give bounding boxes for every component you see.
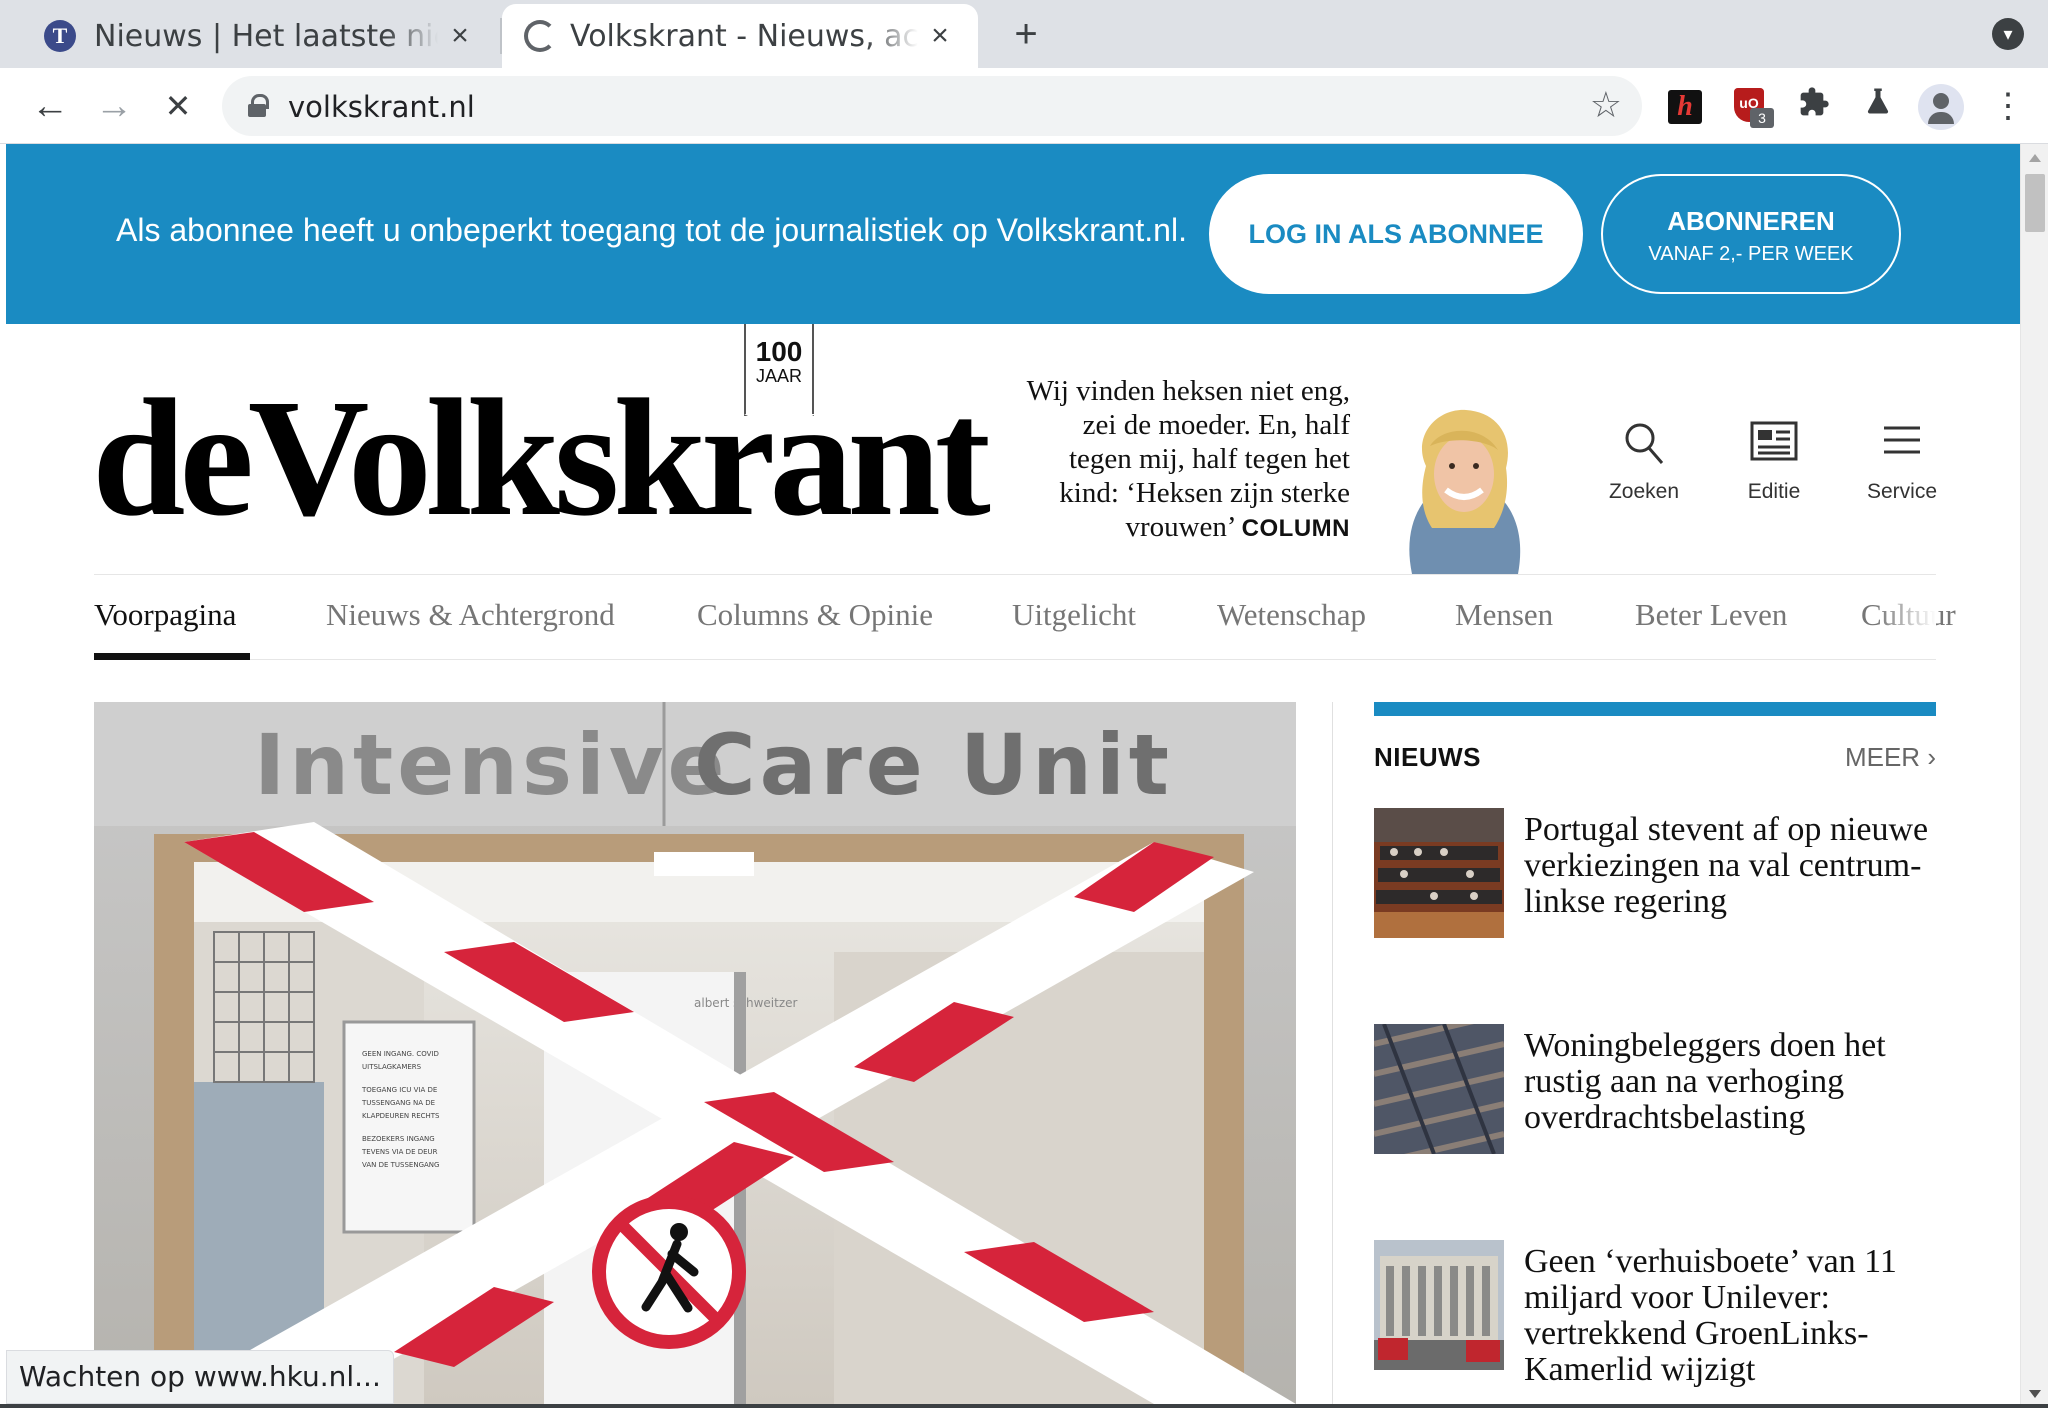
profile-avatar-icon[interactable] bbox=[1918, 84, 1964, 130]
more-link[interactable]: MEER › bbox=[1845, 742, 1936, 773]
search-icon bbox=[1594, 420, 1694, 470]
ublock-count-badge: 3 bbox=[1750, 108, 1774, 128]
news-item[interactable]: Woningbeleggers doen het rustig aan na v… bbox=[1374, 1024, 1936, 1154]
nav-mensen[interactable]: Mensen bbox=[1455, 597, 1553, 633]
news-item[interactable]: Geen ‘verhuisboete’ van 11 miljard voor … bbox=[1374, 1240, 1936, 1388]
nav-wetenschap[interactable]: Wetenschap bbox=[1217, 597, 1366, 633]
section-nav: Voorpagina Nieuws & Achtergrond Columns … bbox=[94, 574, 1956, 660]
extensions-puzzle-icon[interactable] bbox=[1794, 86, 1834, 126]
column-teaser[interactable]: Wij vinden heksen niet eng, zei de moede… bbox=[1014, 374, 1350, 546]
notice-line: UITSLAGKAMERS bbox=[362, 1063, 422, 1071]
service-menu-button[interactable]: Service bbox=[1852, 420, 1952, 504]
nav-nieuws-achtergrond[interactable]: Nieuws & Achtergrond bbox=[326, 597, 615, 633]
notice-line: KLAPDEUREN RECHTS bbox=[362, 1112, 440, 1120]
page-scrollbar[interactable] bbox=[2020, 144, 2048, 1408]
notice-line: TOEGANG ICU VIA DE bbox=[362, 1086, 438, 1094]
stop-button[interactable]: ✕ bbox=[152, 80, 204, 132]
address-bar[interactable]: volkskrant.nl ☆ bbox=[222, 76, 1642, 136]
tab-title: Volkskrant - Nieuws, achtergronden bbox=[570, 18, 918, 54]
news-thumbnail bbox=[1374, 1240, 1504, 1370]
browser-toolbar: ← → ✕ volkskrant.nl ☆ h uO 3 ⋮ bbox=[0, 68, 2048, 144]
active-tab-underline bbox=[94, 653, 250, 660]
subscribe-label: ABONNEREN bbox=[1667, 206, 1835, 236]
ublock-extension-icon[interactable]: uO 3 bbox=[1730, 86, 1774, 128]
news-item[interactable]: Portugal stevent af op nieuwe verkiezing… bbox=[1374, 808, 1936, 938]
news-thumbnail bbox=[1374, 1024, 1504, 1154]
scrollbar-thumb[interactable] bbox=[2025, 174, 2045, 232]
more-label: MEER bbox=[1844, 742, 1921, 772]
tab-close-icon[interactable]: × bbox=[920, 16, 960, 56]
column-divider bbox=[1332, 702, 1333, 1404]
columnist-photo[interactable] bbox=[1382, 406, 1544, 574]
news-headline[interactable]: Woningbeleggers doen het rustig aan na v… bbox=[1524, 1028, 1936, 1136]
subscription-banner: Als abonnee heeft u onbeperkt toegang to… bbox=[6, 144, 2020, 324]
notice-line: GEEN INGANG. COVID bbox=[362, 1050, 439, 1058]
nav-voorpagina[interactable]: Voorpagina bbox=[94, 597, 236, 633]
tab-strip: T Nieuws | Het laatste nieuws uit Nederl… bbox=[0, 0, 2048, 68]
newspaper-icon bbox=[1724, 420, 1824, 470]
search-button[interactable]: Zoeken bbox=[1594, 420, 1694, 504]
banner-message: Als abonnee heeft u onbeperkt toegang to… bbox=[116, 212, 1187, 248]
tab-nieuws[interactable]: T Nieuws | Het laatste nieuws uit Nederl… bbox=[4, 4, 498, 68]
new-tab-button[interactable]: + bbox=[1004, 12, 1048, 56]
page-viewport: Als abonnee heeft u onbeperkt toegang to… bbox=[6, 144, 2020, 1404]
url-text[interactable]: volkskrant.nl bbox=[288, 90, 475, 124]
scroll-down-icon[interactable] bbox=[2029, 1390, 2041, 1398]
news-thumbnail bbox=[1374, 808, 1504, 938]
tab-search-icon[interactable]: ▾ bbox=[1992, 18, 2024, 50]
scroll-up-icon[interactable] bbox=[2029, 154, 2041, 162]
notice-sheet: GEEN INGANG. COVID UITSLAGKAMERS TOEGANG… bbox=[362, 1048, 466, 1224]
forward-button[interactable]: → bbox=[88, 80, 140, 132]
bookmark-star-icon[interactable]: ☆ bbox=[1590, 84, 1622, 126]
edition-button[interactable]: Editie bbox=[1724, 420, 1824, 504]
icu-sign-text-2: Care Unit bbox=[694, 716, 1173, 814]
chrome-menu-icon[interactable]: ⋮ bbox=[1982, 80, 2034, 132]
nav-uitgelicht[interactable]: Uitgelicht bbox=[1012, 597, 1136, 633]
status-bubble: Wachten op www.hku.nl... bbox=[6, 1350, 394, 1404]
chevron-right-icon: › bbox=[1927, 742, 1936, 772]
notice-line: VAN DE TUSSENGANG bbox=[362, 1161, 440, 1169]
subscribe-price: VANAF 2,- PER WEEK bbox=[1648, 243, 1854, 265]
sidebar-heading: NIEUWS bbox=[1374, 742, 1481, 772]
hero-photo[interactable]: Intensive Care Unit albert schweitzer GE… bbox=[94, 702, 1296, 1404]
column-tag: COLUMN bbox=[1241, 515, 1350, 542]
subscribe-button[interactable]: ABONNEREN VANAF 2,- PER WEEK bbox=[1601, 174, 1901, 294]
tab-close-icon[interactable]: × bbox=[440, 16, 480, 56]
sidebar-accent-bar bbox=[1374, 702, 1936, 716]
search-label: Zoeken bbox=[1608, 480, 1680, 503]
notice-line: TUSSENGANG NA DE bbox=[362, 1099, 436, 1107]
volkskrant-logo[interactable]: deVolkskrant bbox=[92, 374, 991, 542]
jaar-number: 100 bbox=[755, 336, 803, 367]
jaar-label: JAAR bbox=[755, 366, 802, 386]
back-button[interactable]: ← bbox=[24, 80, 76, 132]
100-jaar-badge: 100 JAAR bbox=[744, 324, 816, 432]
hypothesis-extension-icon[interactable]: h bbox=[1668, 90, 1702, 124]
loading-spinner-icon bbox=[524, 20, 556, 52]
nav-fade bbox=[1876, 575, 1936, 659]
labs-flask-icon[interactable] bbox=[1858, 86, 1898, 126]
news-headline[interactable]: Geen ‘verhuisboete’ van 11 miljard voor … bbox=[1524, 1244, 1936, 1388]
service-label: Service bbox=[1866, 480, 1938, 503]
telegraaf-favicon-icon: T bbox=[44, 20, 76, 52]
notice-line: TEVENS VIA DE DEUR bbox=[362, 1148, 438, 1156]
masthead: deVolkskrant 100 JAAR Wij vinden heksen … bbox=[6, 324, 2020, 574]
tab-volkskrant[interactable]: Volkskrant - Nieuws, achtergronden × bbox=[502, 4, 978, 68]
menu-icon bbox=[1852, 420, 1952, 470]
window-bottom-edge bbox=[0, 1404, 2048, 1408]
news-headline[interactable]: Portugal stevent af op nieuwe verkiezing… bbox=[1524, 812, 1936, 920]
nav-beter-leven[interactable]: Beter Leven bbox=[1635, 597, 1787, 633]
login-subscriber-button[interactable]: LOG IN ALS ABONNEE bbox=[1209, 174, 1583, 294]
icu-sign-text-1: Intensive bbox=[254, 716, 729, 814]
tab-title: Nieuws | Het laatste nieuws uit Nederlan… bbox=[94, 18, 438, 54]
lock-icon[interactable] bbox=[248, 94, 269, 117]
nav-columns-opinie[interactable]: Columns & Opinie bbox=[697, 597, 933, 633]
edition-label: Editie bbox=[1747, 480, 1801, 503]
notice-line: BEZOEKERS INGANG bbox=[362, 1135, 435, 1143]
